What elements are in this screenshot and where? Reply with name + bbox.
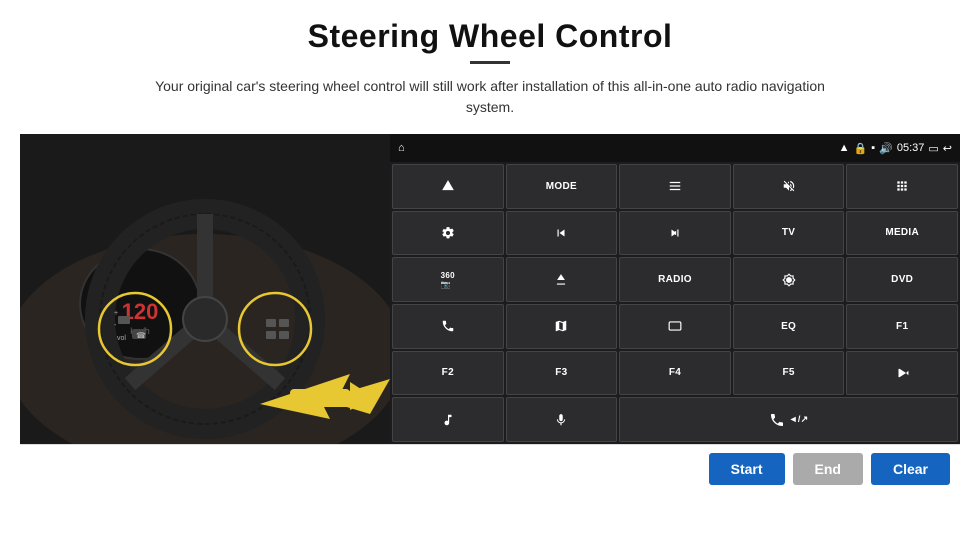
btn-prev[interactable] — [506, 211, 618, 256]
btn-list[interactable] — [619, 164, 731, 209]
button-grid: MODE TV — [390, 162, 960, 444]
btn-brightness[interactable] — [733, 257, 845, 302]
btn-screen-off[interactable] — [619, 304, 731, 349]
content-row: 120 km/h + - ☎ v — [20, 134, 960, 444]
bottom-bar: Start End Clear — [20, 444, 960, 493]
btn-apps[interactable] — [846, 164, 958, 209]
end-button[interactable]: End — [793, 453, 863, 485]
page-subtitle: Your original car's steering wheel contr… — [150, 76, 830, 118]
btn-phone-call[interactable]: ◄/↗ — [619, 397, 958, 442]
btn-dvd[interactable]: DVD — [846, 257, 958, 302]
btn-media[interactable]: MEDIA — [846, 211, 958, 256]
title-divider — [470, 61, 510, 64]
btn-f3[interactable]: F3 — [506, 351, 618, 396]
status-bar-left: ⌂ — [398, 142, 405, 154]
sd-icon: ▪ — [871, 142, 875, 154]
screen-icon: ▭ — [928, 142, 938, 155]
btn-radio[interactable]: RADIO — [619, 257, 731, 302]
status-bar: ⌂ ▲ 🔒 ▪ 🔊 05:37 ▭ ↩ — [390, 134, 960, 162]
btn-mode[interactable]: MODE — [506, 164, 618, 209]
btn-tv[interactable]: TV — [733, 211, 845, 256]
svg-text:vol: vol — [117, 335, 126, 342]
btn-f4[interactable]: F4 — [619, 351, 731, 396]
btn-map[interactable] — [506, 304, 618, 349]
btn-eq[interactable]: EQ — [733, 304, 845, 349]
btn-mic[interactable] — [506, 397, 618, 442]
status-bar-right: ▲ 🔒 ▪ 🔊 05:37 ▭ ↩ — [839, 142, 952, 155]
btn-f5[interactable]: F5 — [733, 351, 845, 396]
lock-icon: 🔒 — [854, 142, 868, 155]
btn-360[interactable]: 360📷 — [392, 257, 504, 302]
btn-eject[interactable] — [506, 257, 618, 302]
btn-phone[interactable] — [392, 304, 504, 349]
btn-settings[interactable] — [392, 211, 504, 256]
page-title: Steering Wheel Control — [308, 18, 673, 55]
head-unit-panel: ⌂ ▲ 🔒 ▪ 🔊 05:37 ▭ ↩ MODE — [390, 134, 960, 444]
page: Steering Wheel Control Your original car… — [0, 0, 980, 544]
start-button[interactable]: Start — [709, 453, 785, 485]
btn-music[interactable] — [392, 397, 504, 442]
svg-text:+: + — [114, 310, 118, 317]
svg-text:☎: ☎ — [136, 331, 146, 340]
btn-next[interactable] — [619, 211, 731, 256]
clear-button[interactable]: Clear — [871, 453, 950, 485]
time-display: 05:37 — [897, 142, 925, 154]
btn-nav[interactable] — [392, 164, 504, 209]
btn-f2[interactable]: F2 — [392, 351, 504, 396]
steering-wheel-image: 120 km/h + - ☎ v — [20, 134, 390, 444]
home-icon[interactable]: ⌂ — [398, 142, 405, 154]
back-icon: ↩ — [943, 142, 952, 155]
volume-icon: 🔊 — [879, 142, 893, 155]
btn-play-pause[interactable] — [846, 351, 958, 396]
wifi-icon: ▲ — [839, 142, 850, 154]
btn-f1[interactable]: F1 — [846, 304, 958, 349]
btn-mute[interactable] — [733, 164, 845, 209]
